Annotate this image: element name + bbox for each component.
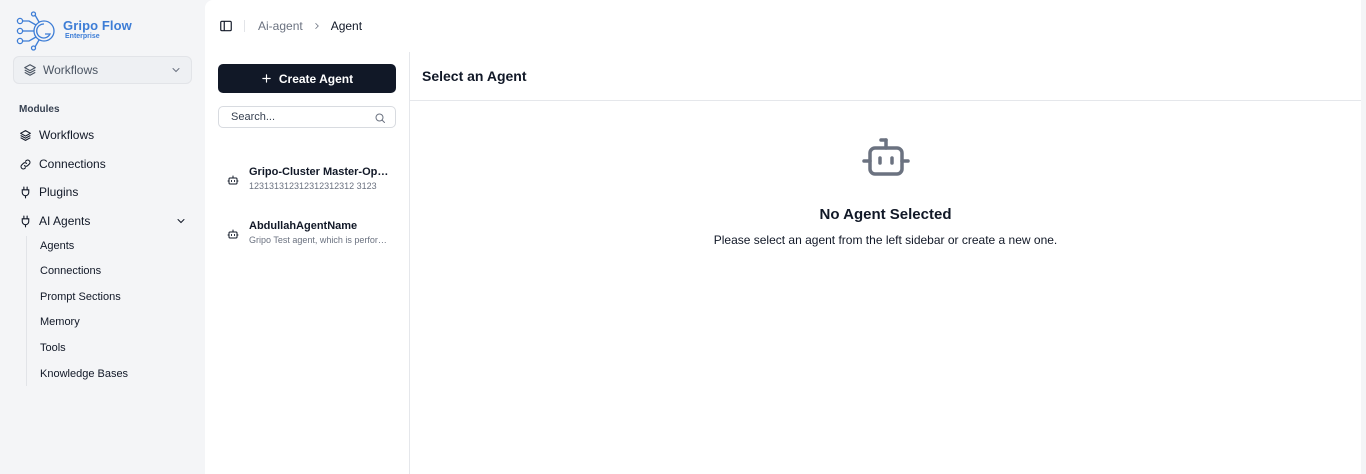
chevron-down-icon[interactable] bbox=[175, 215, 187, 227]
bot-icon bbox=[227, 229, 239, 239]
sidebar-item-plugins[interactable]: Plugins bbox=[19, 183, 78, 201]
plug-icon bbox=[21, 215, 30, 227]
detail-title: Select an Agent bbox=[422, 68, 527, 84]
search-input[interactable] bbox=[231, 111, 361, 123]
subnav-item-tools[interactable]: Tools bbox=[40, 342, 66, 354]
link-icon bbox=[20, 159, 31, 169]
topbar: Ai-agent Agent bbox=[205, 0, 1366, 52]
create-agent-label: Create Agent bbox=[278, 71, 354, 86]
agent-list-panel: Create Agent Gripo-Cluster Master-Operat… bbox=[205, 52, 410, 474]
brand-name: Gripo Flow bbox=[63, 18, 132, 33]
agent-name: Gripo-Cluster Master-Operator bbox=[249, 166, 394, 178]
sidebar-item-label: Connections bbox=[39, 157, 106, 171]
subnav-item-agents[interactable]: Agents bbox=[40, 240, 74, 252]
chevron-right-icon bbox=[315, 23, 319, 29]
sidebar-item-label: Plugins bbox=[39, 185, 79, 199]
sidebar-item-connections[interactable]: Connections bbox=[19, 155, 106, 173]
breadcrumb-parent[interactable]: Ai-agent bbox=[258, 19, 303, 33]
agent-list-item[interactable]: AbdullahAgentName Gripo Test agent, whic… bbox=[218, 220, 396, 256]
subnav-item-knowledge-bases[interactable]: Knowledge Bases bbox=[40, 368, 128, 380]
workspace-select-value: Workflows bbox=[43, 63, 99, 77]
modules-section-label: Modules bbox=[19, 104, 60, 115]
subnav-item-connections[interactable]: Connections bbox=[40, 265, 101, 277]
empty-state-title: No Agent Selected bbox=[819, 206, 952, 223]
detail-header: Select an Agent bbox=[410, 52, 1361, 101]
agent-description: Gripo Test agent, which is performing ta… bbox=[249, 235, 394, 245]
chevron-down-icon bbox=[172, 68, 180, 73]
right-edge bbox=[1361, 0, 1366, 474]
create-agent-button[interactable]: Create Agent bbox=[218, 64, 396, 93]
main-panel: Ai-agent Agent Create Agent Gripo-Cluste… bbox=[205, 0, 1366, 474]
plug-icon bbox=[21, 186, 30, 198]
subnav-item-memory[interactable]: Memory bbox=[40, 316, 80, 328]
brand[interactable]: Gripo Flow Enterprise bbox=[11, 11, 132, 51]
ai-agents-subnav: Agents Connections Prompt Sections Memor… bbox=[26, 236, 176, 386]
plus-icon bbox=[262, 74, 271, 83]
app-sidebar: Gripo Flow Enterprise Workflows Modules … bbox=[0, 0, 205, 474]
sidebar-item-label: Workflows bbox=[39, 128, 95, 142]
subnav-item-prompt-sections[interactable]: Prompt Sections bbox=[40, 291, 121, 303]
sidebar-toggle-icon[interactable] bbox=[219, 19, 233, 33]
layers-icon bbox=[20, 129, 31, 141]
empty-state-text: Please select an agent from the left sid… bbox=[713, 233, 1058, 247]
brand-subtitle: Enterprise bbox=[65, 33, 100, 40]
empty-state: No Agent Selected Please select an agent… bbox=[410, 137, 1361, 247]
search-box bbox=[218, 106, 396, 128]
sidebar-item-ai-agents[interactable]: AI Agents bbox=[19, 212, 187, 230]
agent-description: 123131312312312312312 3123 bbox=[249, 181, 377, 191]
layers-icon bbox=[24, 64, 36, 76]
brand-logo-icon bbox=[16, 11, 55, 51]
search-icon bbox=[375, 113, 385, 123]
breadcrumb-current: Agent bbox=[330, 19, 363, 33]
bot-icon bbox=[227, 175, 239, 185]
agent-name: AbdullahAgentName bbox=[249, 220, 358, 232]
workspace-select[interactable]: Workflows bbox=[13, 56, 192, 84]
agent-list-item[interactable]: Gripo-Cluster Master-Operator 1231313123… bbox=[218, 166, 396, 202]
bot-icon bbox=[861, 138, 910, 176]
agent-detail-panel: Select an Agent No Agent Selected Please… bbox=[410, 52, 1361, 474]
sidebar-item-label: AI Agents bbox=[39, 214, 91, 228]
topbar-divider bbox=[244, 20, 245, 32]
sidebar-item-workflows[interactable]: Workflows bbox=[19, 126, 94, 144]
